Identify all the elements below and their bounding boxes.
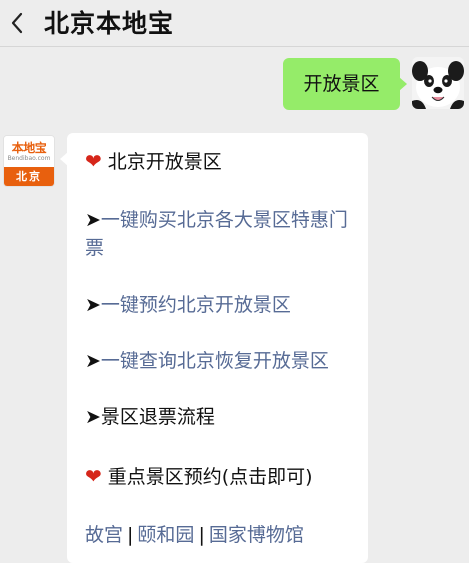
link-summer-palace[interactable]: 颐和园: [137, 524, 194, 546]
link-separator: |: [198, 524, 205, 546]
chevron-left-icon[interactable]: [8, 10, 28, 36]
arrow-icon: ➤: [85, 294, 101, 316]
bendibao-logo: 本地宝 Bendibao.com: [4, 136, 54, 168]
user-message-bubble[interactable]: 开放景区: [283, 58, 407, 110]
link-query-reopened[interactable]: ➤一键查询北京恢复开放景区: [85, 347, 360, 375]
arrow-icon: ➤: [85, 350, 101, 372]
scenic-links-row: 故宫 | 颐和园 | 国家博物馆: [85, 521, 360, 549]
user-avatar[interactable]: [412, 57, 464, 109]
link-palace-museum[interactable]: 故宫: [85, 524, 123, 546]
link-separator: |: [127, 524, 134, 546]
refund-process-text: ➤景区退票流程: [85, 406, 215, 428]
top-bar: 北京本地宝: [0, 0, 469, 47]
bot-message-bubble: ❤ 北京开放景区 ➤一键购买北京各大景区特惠门票 ➤一键预约北京开放景区 ➤一键查…: [60, 133, 368, 563]
link-reserve-scenic[interactable]: ➤一键预约北京开放景区: [85, 291, 360, 319]
arrow-icon: ➤: [85, 406, 101, 428]
link-buy-tickets[interactable]: ➤一键购买北京各大景区特惠门票: [85, 206, 360, 262]
bot-avatar[interactable]: 本地宝 Bendibao.com 北京: [3, 135, 55, 187]
red-heart-icon: ❤: [85, 149, 102, 173]
reply-heading: ❤ 北京开放景区: [85, 149, 222, 173]
panda-dog-avatar-image: [412, 57, 464, 109]
section-key-reservations: ❤ 重点景区预约(点击即可): [85, 464, 313, 488]
chat-title: 北京本地宝: [44, 9, 175, 38]
logo-city-label: 北京: [4, 167, 54, 186]
link-national-museum[interactable]: 国家博物馆: [209, 524, 304, 546]
arrow-icon: ➤: [85, 209, 101, 231]
red-heart-icon: ❤: [85, 464, 102, 488]
